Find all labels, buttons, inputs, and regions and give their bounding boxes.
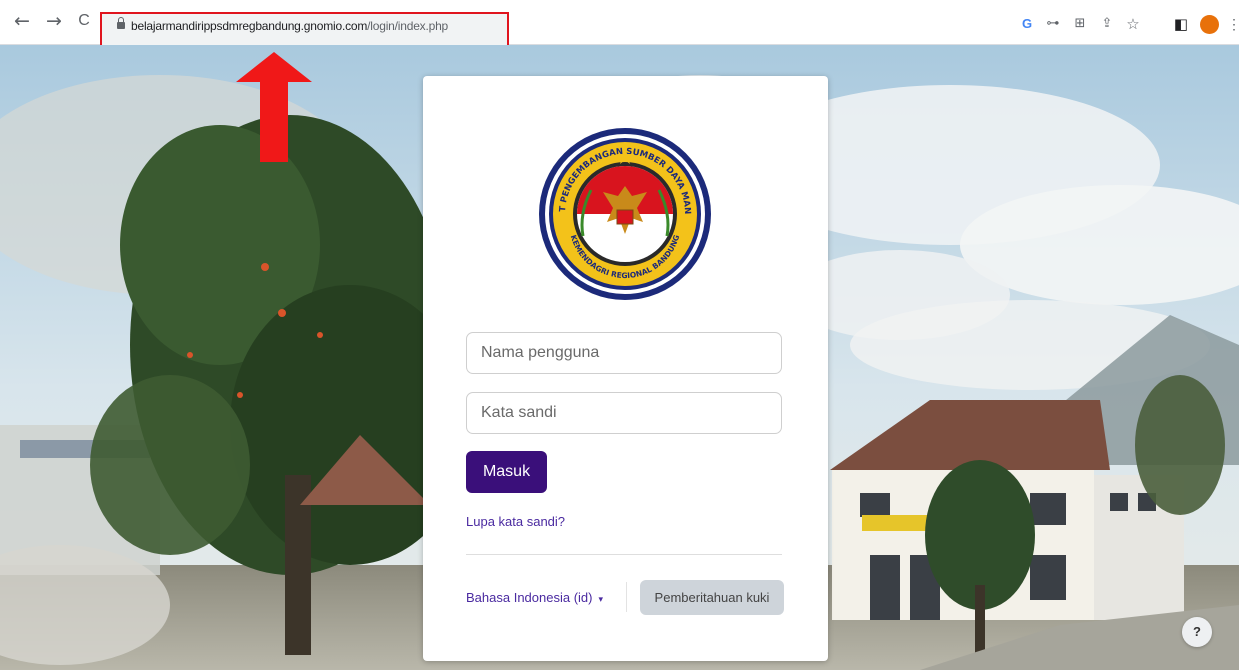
browser-toolbar: ← → C belajarmandirippsdmregbandung.gnom… bbox=[0, 0, 1239, 47]
sidepanel-icon[interactable]: ◧ bbox=[1172, 15, 1190, 33]
language-label: Bahasa Indonesia (id) bbox=[466, 590, 593, 605]
translate-icon[interactable]: ⊞ bbox=[1071, 15, 1089, 33]
google-icon[interactable]: G bbox=[1018, 15, 1036, 33]
menu-dots-icon[interactable]: ⋮ bbox=[1227, 14, 1239, 34]
ppsdm-emblem-logo: PUSAT PENGEMBANGAN SUMBER DAYA MANUSIA K… bbox=[539, 126, 711, 300]
login-card: PUSAT PENGEMBANGAN SUMBER DAYA MANUSIA K… bbox=[423, 76, 828, 661]
password-input[interactable] bbox=[466, 392, 782, 434]
username-input[interactable] bbox=[466, 332, 782, 374]
help-button[interactable]: ? bbox=[1182, 617, 1212, 647]
star-icon[interactable]: ☆ bbox=[1124, 15, 1142, 33]
language-select[interactable]: Bahasa Indonesia (id) ▾ bbox=[466, 586, 603, 610]
forward-arrow-icon[interactable]: → bbox=[44, 11, 64, 31]
profile-avatar[interactable] bbox=[1200, 15, 1219, 34]
share-icon[interactable]: ⇪ bbox=[1098, 15, 1116, 33]
cookie-notice-button[interactable]: Pemberitahuan kuki bbox=[640, 580, 784, 615]
login-button[interactable]: Masuk bbox=[466, 451, 547, 493]
address-highlight-box bbox=[100, 12, 509, 47]
chevron-down-icon: ▾ bbox=[598, 595, 604, 605]
divider bbox=[466, 554, 782, 555]
back-arrow-icon[interactable]: ← bbox=[12, 11, 32, 31]
reload-icon[interactable]: C bbox=[74, 11, 94, 31]
footer-separator bbox=[626, 582, 627, 612]
forgot-password-link[interactable]: Lupa kata sandi? bbox=[466, 514, 565, 529]
key-icon[interactable]: ⊶ bbox=[1044, 15, 1062, 33]
red-arrow-annotation bbox=[236, 52, 312, 162]
